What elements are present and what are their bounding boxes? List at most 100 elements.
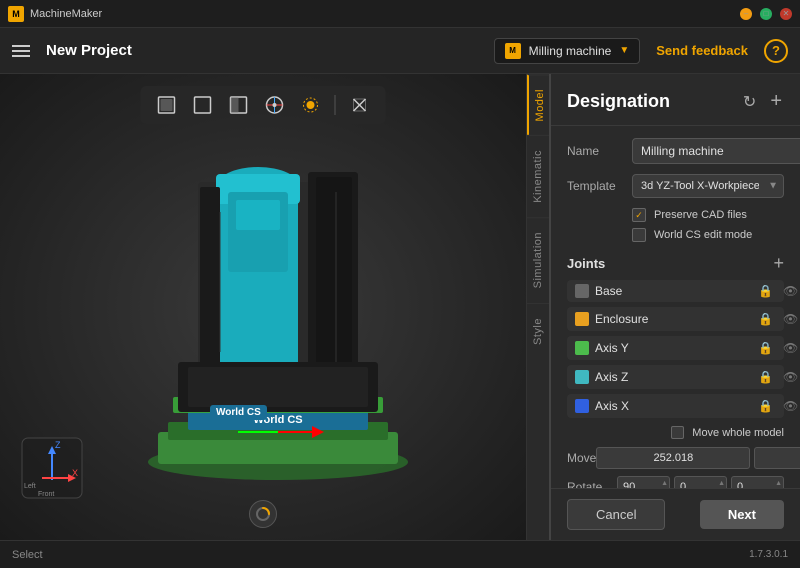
machine-svg: World CS bbox=[78, 92, 478, 512]
minimize-button[interactable]: – bbox=[740, 8, 752, 20]
joint-name-axis-x[interactable] bbox=[595, 399, 750, 413]
joint-visible-axis-y[interactable]: 👁 bbox=[781, 341, 800, 355]
panel-header-actions: ↻ + bbox=[741, 88, 784, 115]
joint-visible-axis-z[interactable]: 👁 bbox=[781, 370, 800, 384]
joint-name-axis-y[interactable] bbox=[595, 341, 750, 355]
app-logo: M bbox=[8, 6, 24, 22]
move-y-input[interactable] bbox=[754, 447, 800, 469]
joint-name-base[interactable] bbox=[595, 284, 750, 298]
joint-lock-axis-y[interactable]: 🔒 bbox=[756, 341, 775, 355]
preserve-cad-row: ✓ Preserve CAD files bbox=[567, 208, 784, 222]
refresh-button[interactable]: ↻ bbox=[741, 90, 758, 114]
viewport[interactable]: World CS bbox=[0, 74, 526, 540]
joints-add-button[interactable]: + bbox=[773, 254, 784, 272]
help-button[interactable]: ? bbox=[764, 39, 788, 63]
joint-row-axis-x: 🔒 👁 − bbox=[567, 394, 784, 418]
template-select[interactable]: 3d YZ-Tool X-Workpiece bbox=[632, 174, 784, 198]
joint-visible-axis-x[interactable]: 👁 bbox=[781, 399, 800, 413]
main-area: World CS bbox=[0, 74, 800, 540]
joints-title: Joints bbox=[567, 256, 605, 271]
rotate-y-wrap: ▲ ▼ bbox=[674, 476, 727, 488]
machine-icon: M bbox=[505, 43, 521, 59]
joint-color-axis-x bbox=[575, 399, 589, 413]
joint-lock-axis-z[interactable]: 🔒 bbox=[756, 370, 775, 384]
machine-name-label: Milling machine bbox=[529, 44, 612, 58]
preserve-cad-label: Preserve CAD files bbox=[654, 209, 747, 221]
move-whole-model-label: Move whole model bbox=[692, 427, 784, 439]
rotate-z-spinners[interactable]: ▲ ▼ bbox=[775, 476, 782, 488]
machine-illustration: World CS bbox=[40, 124, 516, 480]
toolbar-center: M Milling machine ▼ Send feedback ? bbox=[494, 38, 788, 64]
rotate-inputs: ▲ ▼ ▲ ▼ ▲ bbox=[617, 476, 784, 488]
move-inputs bbox=[596, 447, 800, 469]
move-row: Move bbox=[567, 447, 784, 469]
next-button[interactable]: Next bbox=[700, 500, 784, 529]
machine-selector[interactable]: M Milling machine ▼ bbox=[494, 38, 641, 64]
rotate-z-wrap: ▲ ▼ bbox=[731, 476, 784, 488]
world-cs-label: World CS bbox=[210, 405, 267, 420]
status-coords: 1.7.3.0.1 bbox=[749, 549, 788, 560]
joints-section-header: Joints + bbox=[567, 254, 784, 272]
rotate-z-up[interactable]: ▲ bbox=[775, 480, 782, 487]
hamburger-menu[interactable] bbox=[12, 45, 30, 57]
joint-name-axis-z[interactable] bbox=[595, 370, 750, 384]
world-cs-edit-checkbox[interactable] bbox=[632, 228, 646, 242]
panel-footer: Cancel Next bbox=[551, 488, 800, 540]
tab-style[interactable]: Style bbox=[527, 303, 549, 359]
joint-color-enclosure bbox=[575, 312, 589, 326]
name-input[interactable] bbox=[632, 138, 800, 164]
joint-visible-base[interactable]: 👁 bbox=[781, 284, 800, 298]
titlebar: M MachineMaker – □ ✕ bbox=[0, 0, 800, 28]
joint-lock-axis-x[interactable]: 🔒 bbox=[756, 399, 775, 413]
rotate-y-spinners[interactable]: ▲ ▼ bbox=[718, 476, 725, 488]
move-whole-model-row: Move whole model bbox=[567, 426, 784, 439]
close-button[interactable]: ✕ bbox=[780, 8, 792, 20]
rotate-z-down[interactable]: ▼ bbox=[775, 488, 782, 489]
move-whole-model-checkbox[interactable] bbox=[671, 426, 684, 439]
joint-color-axis-y bbox=[575, 341, 589, 355]
rotate-x-down[interactable]: ▼ bbox=[661, 488, 668, 489]
joint-lock-enclosure[interactable]: 🔒 bbox=[756, 312, 775, 326]
tab-simulation[interactable]: Simulation bbox=[527, 217, 549, 302]
feedback-button[interactable]: Send feedback bbox=[648, 39, 756, 62]
select-label: Select bbox=[12, 549, 43, 561]
svg-text:Front: Front bbox=[38, 491, 54, 498]
rotate-y-up[interactable]: ▲ bbox=[718, 480, 725, 487]
move-x-input[interactable] bbox=[596, 447, 750, 469]
joint-color-axis-z bbox=[575, 370, 589, 384]
cancel-button[interactable]: Cancel bbox=[567, 499, 665, 530]
name-row: Name bbox=[567, 138, 784, 164]
rotate-x-spinners[interactable]: ▲ ▼ bbox=[661, 476, 668, 488]
rotate-y-down[interactable]: ▼ bbox=[718, 488, 725, 489]
joint-row-axis-y: 🔒 👁 − bbox=[567, 336, 784, 360]
joint-lock-base[interactable]: 🔒 bbox=[756, 284, 775, 298]
joint-row-axis-z: 🔒 👁 − bbox=[567, 365, 784, 389]
toolbar: New Project M Milling machine ▼ Send fee… bbox=[0, 28, 800, 74]
tab-model[interactable]: Model bbox=[527, 74, 549, 135]
template-label: Template bbox=[567, 179, 632, 193]
svg-text:Z: Z bbox=[55, 440, 61, 450]
template-select-wrap: 3d YZ-Tool X-Workpiece ▼ bbox=[632, 174, 784, 198]
joint-row-enclosure: 🔒 👁 − bbox=[567, 307, 784, 331]
titlebar-controls[interactable]: – □ ✕ bbox=[740, 8, 792, 20]
rotate-label: Rotate bbox=[567, 480, 617, 488]
rotate-x-up[interactable]: ▲ bbox=[661, 480, 668, 487]
spinner-icon bbox=[249, 500, 277, 528]
hamburger-line bbox=[12, 45, 30, 47]
move-label: Move bbox=[567, 451, 596, 465]
joint-visible-enclosure[interactable]: 👁 bbox=[781, 312, 800, 326]
joint-color-base bbox=[575, 284, 589, 298]
maximize-button[interactable]: □ bbox=[760, 8, 772, 20]
hamburger-line bbox=[12, 50, 30, 52]
tab-kinematic[interactable]: Kinematic bbox=[527, 135, 549, 217]
side-tabs: Model Kinematic Simulation Style bbox=[526, 74, 550, 540]
rotate-x-wrap: ▲ ▼ bbox=[617, 476, 670, 488]
joint-name-enclosure[interactable] bbox=[595, 312, 750, 326]
panel-add-button[interactable]: + bbox=[768, 88, 784, 115]
preserve-cad-checkbox[interactable]: ✓ bbox=[632, 208, 646, 222]
toolbar-left: New Project bbox=[12, 42, 132, 59]
machine-dropdown-arrow: ▼ bbox=[619, 45, 629, 56]
panel-title: Designation bbox=[567, 91, 670, 112]
world-cs-edit-label: World CS edit mode bbox=[654, 229, 752, 241]
svg-text:X: X bbox=[72, 468, 78, 478]
